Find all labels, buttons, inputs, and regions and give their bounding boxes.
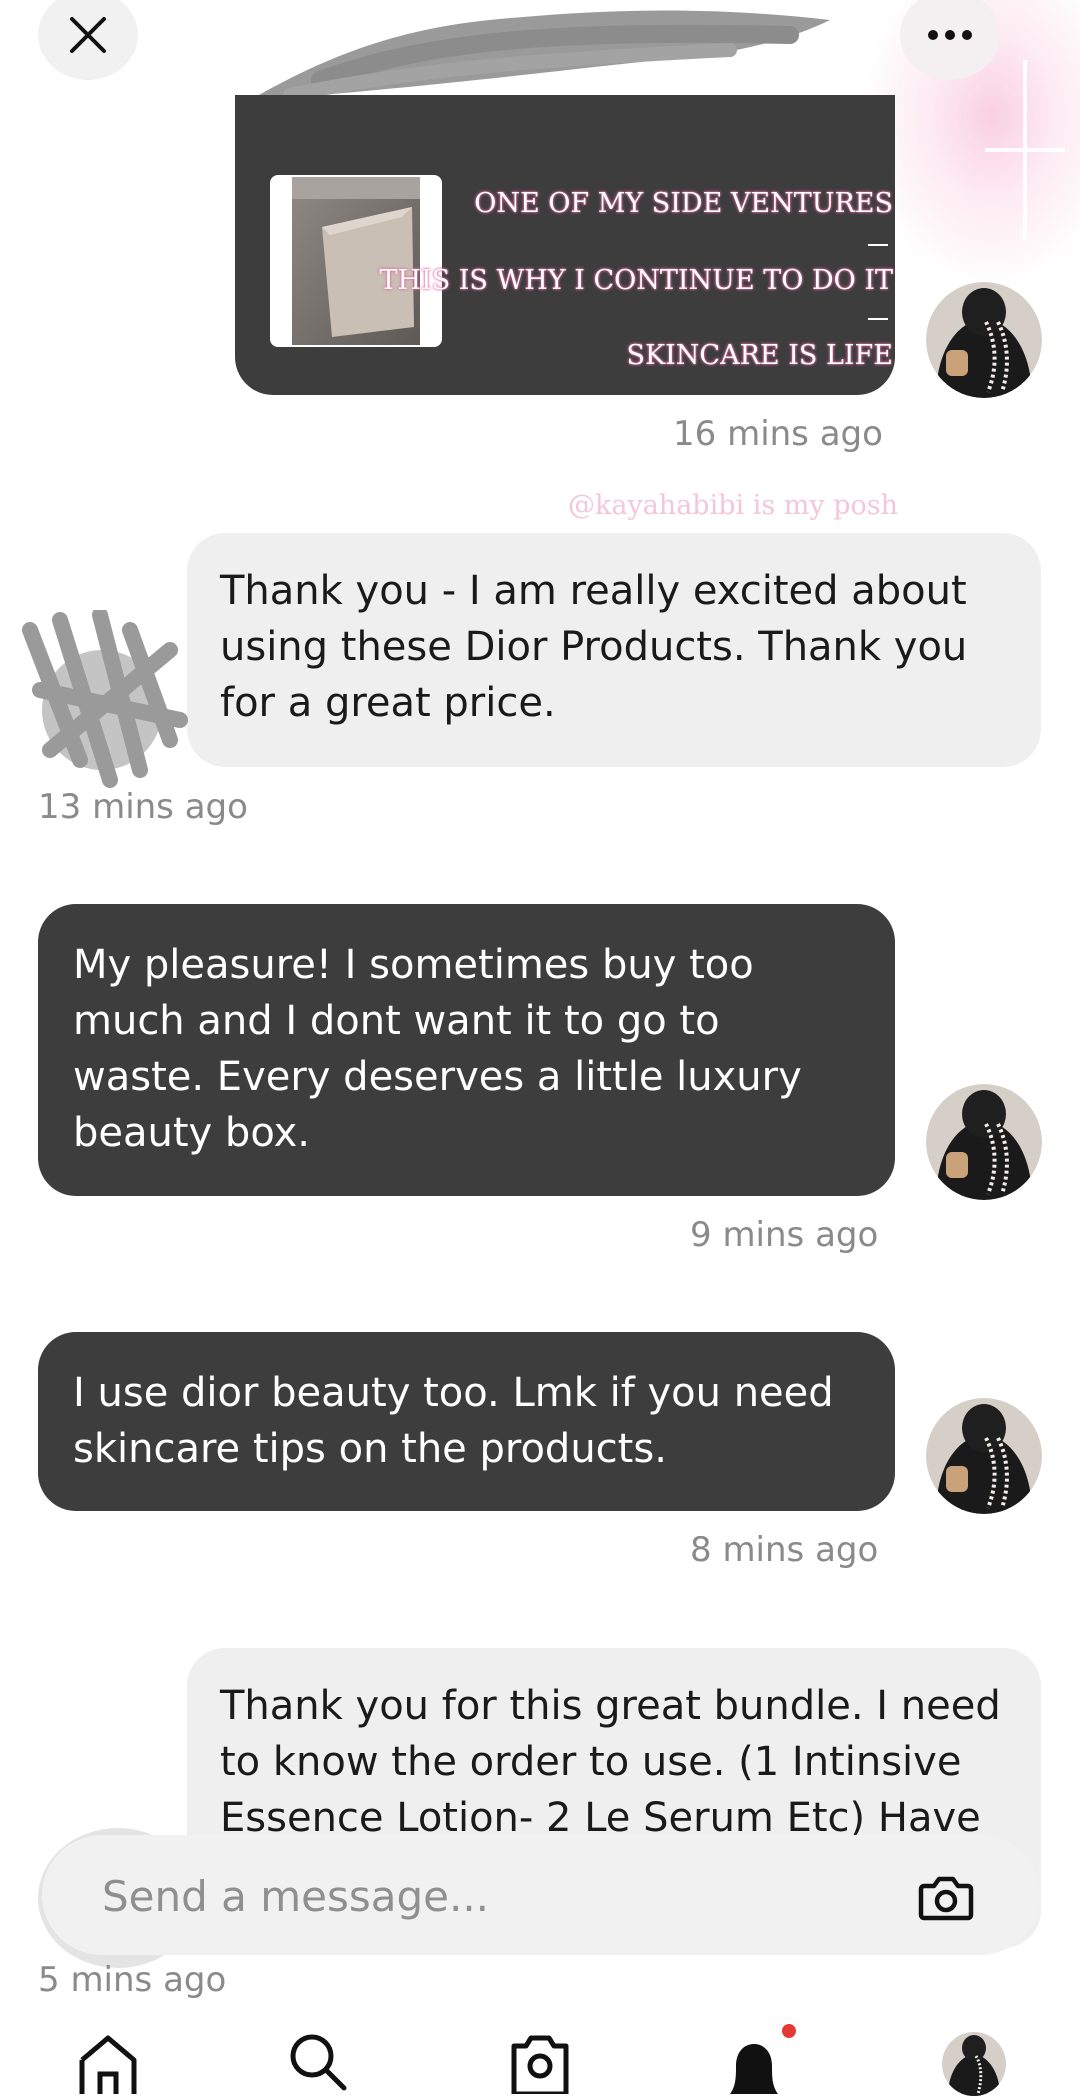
message-timestamp: 16 mins ago xyxy=(673,414,883,454)
message-text: My pleasure! I sometimes buy too much an… xyxy=(73,942,802,1156)
message-timestamp: 8 mins ago xyxy=(690,1530,879,1570)
post-caption-line-3: SKINCARE IS LIFE xyxy=(626,340,893,371)
close-button[interactable] xyxy=(38,0,138,80)
redacted-avatar-scribble xyxy=(22,610,188,788)
home-icon[interactable] xyxy=(76,2030,140,2094)
caption-divider xyxy=(868,244,888,246)
search-icon[interactable] xyxy=(286,2030,350,2094)
product-box-photo xyxy=(292,177,420,345)
camera-icon[interactable] xyxy=(918,1870,974,1926)
message-bubble[interactable]: Thank you - I am really excited about us… xyxy=(187,533,1041,767)
redacted-username-scribble xyxy=(250,10,830,102)
message-text: I use dior beauty too. Lmk if you need s… xyxy=(73,1370,834,1472)
message-bubble[interactable]: My pleasure! I sometimes buy too much an… xyxy=(38,904,895,1196)
notification-dot xyxy=(782,2024,796,2038)
profile-avatar[interactable] xyxy=(942,2032,1006,2096)
message-timestamp: 9 mins ago xyxy=(690,1215,879,1255)
message-timestamp: 13 mins ago xyxy=(38,787,248,827)
message-timestamp: 5 mins ago xyxy=(38,1960,227,2000)
message-text: Thank you - I am really excited about us… xyxy=(220,568,968,726)
sparkle-decoration xyxy=(985,60,1065,240)
caption-divider xyxy=(868,318,888,320)
watermark-text: @kayahabibi is my posh xyxy=(568,490,899,521)
bell-icon[interactable] xyxy=(722,2030,786,2094)
avatar[interactable] xyxy=(926,1398,1042,1514)
close-icon xyxy=(70,17,106,53)
message-text: Thank you for this great bundle. I need … xyxy=(220,1683,1001,1841)
message-bubble[interactable]: I use dior beauty too. Lmk if you need s… xyxy=(38,1332,895,1511)
post-caption-line-2: THIS IS WHY I CONTINUE TO DO IT xyxy=(379,265,893,296)
camera-icon[interactable] xyxy=(508,2030,572,2094)
avatar[interactable] xyxy=(926,282,1042,398)
avatar[interactable] xyxy=(926,1084,1042,1200)
message-input[interactable] xyxy=(100,1862,884,1930)
post-caption-line-1: ONE OF MY SIDE VENTURES xyxy=(474,188,893,219)
more-horizontal-icon xyxy=(928,30,972,40)
